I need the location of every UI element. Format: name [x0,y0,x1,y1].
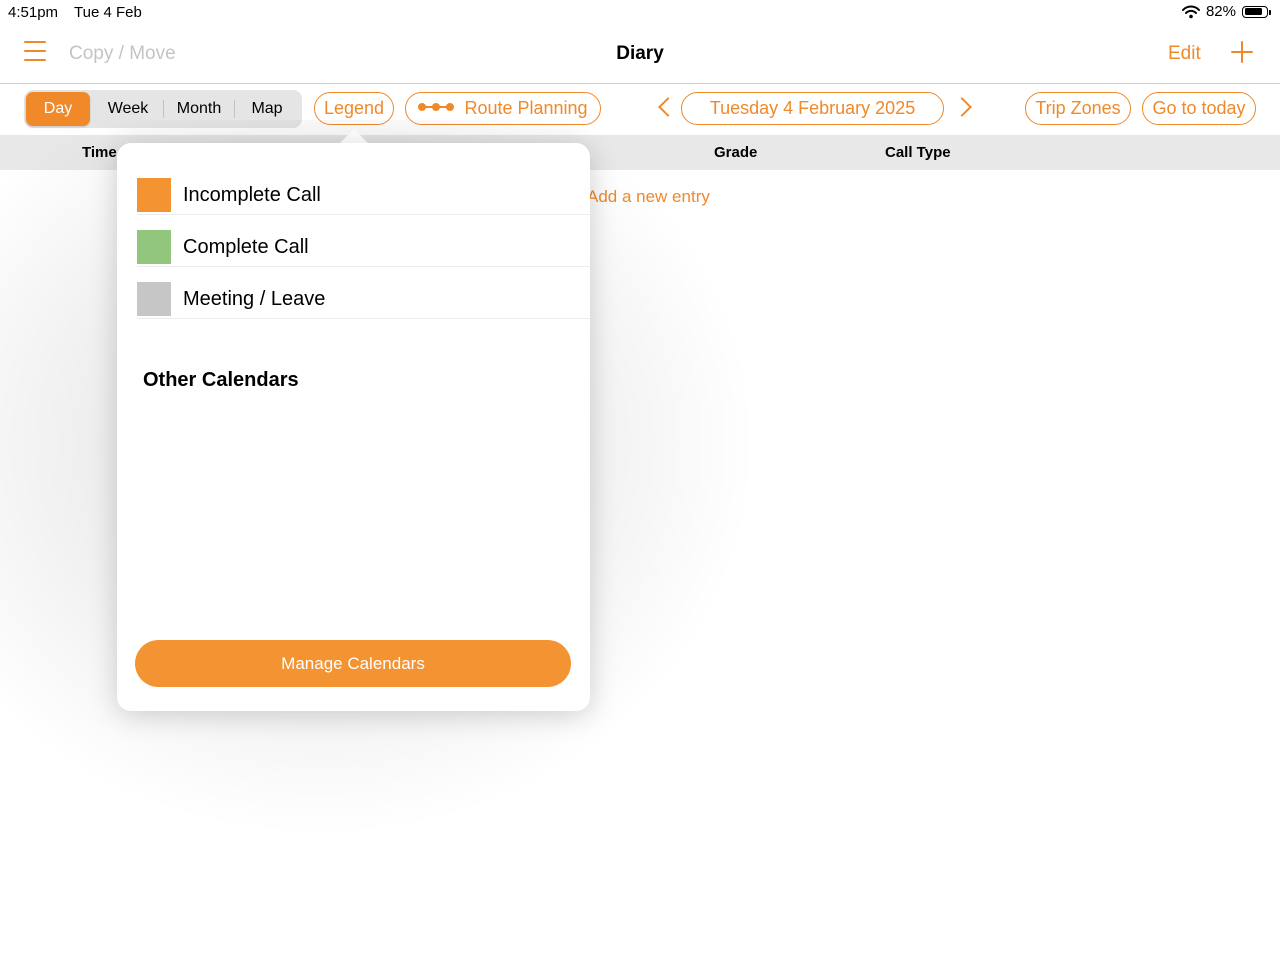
legend-swatch-meeting [137,282,171,316]
tab-week[interactable]: Week [92,92,164,126]
tab-day[interactable]: Day [26,92,90,126]
battery-level [1244,8,1262,15]
previous-day-icon[interactable] [656,99,670,113]
wifi-icon [1181,5,1200,18]
legend-label: Incomplete Call [183,184,321,206]
popover-arrow [339,129,369,144]
route-icon [418,102,456,112]
column-call-type: Call Type [885,144,951,161]
route-planning-label: Route Planning [464,98,588,118]
other-calendars-heading: Other Calendars [143,369,299,391]
legend-item: Meeting / Leave [137,266,590,319]
column-grade: Grade [714,144,758,161]
trip-zones-button[interactable]: Trip Zones [1025,92,1131,125]
next-day-icon[interactable] [958,99,972,113]
date-picker-button[interactable]: Tuesday 4 February 2025 [681,92,944,125]
legend-popover: Incomplete Call Complete Call Meeting / … [117,143,590,711]
add-icon[interactable] [1230,40,1254,64]
battery-percent: 82% [1205,3,1236,20]
battery-icon [1242,5,1271,18]
status-bar: 4:51pm Tue 4 Feb 82% [0,0,1280,24]
status-time: 4:51pm [8,4,59,21]
column-time: Time [82,144,117,161]
status-date: Tue 4 Feb [74,4,142,21]
legend-label: Complete Call [183,236,309,258]
legend-button[interactable]: Legend [314,92,394,125]
view-segmented-control: Day Week Month Map [24,90,302,128]
legend-swatch-incomplete [137,178,171,212]
legend-label: Meeting / Leave [183,288,326,310]
page-title: Diary [616,43,664,64]
legend-swatch-complete [137,230,171,264]
tab-month[interactable]: Month [164,92,234,126]
go-to-today-button[interactable]: Go to today [1142,92,1256,125]
nav-bar: Copy / Move Diary Edit [0,24,1280,84]
route-planning-button[interactable]: Route Planning [405,92,601,125]
add-new-entry-link[interactable]: Add a new entry [587,187,710,207]
edit-button[interactable]: Edit [1168,43,1201,65]
status-right: 82% [1181,3,1271,20]
legend-item: Complete Call [137,214,590,267]
manage-calendars-button[interactable]: Manage Calendars [135,640,571,687]
tab-map[interactable]: Map [234,92,300,126]
legend-item: Incomplete Call [137,162,590,215]
